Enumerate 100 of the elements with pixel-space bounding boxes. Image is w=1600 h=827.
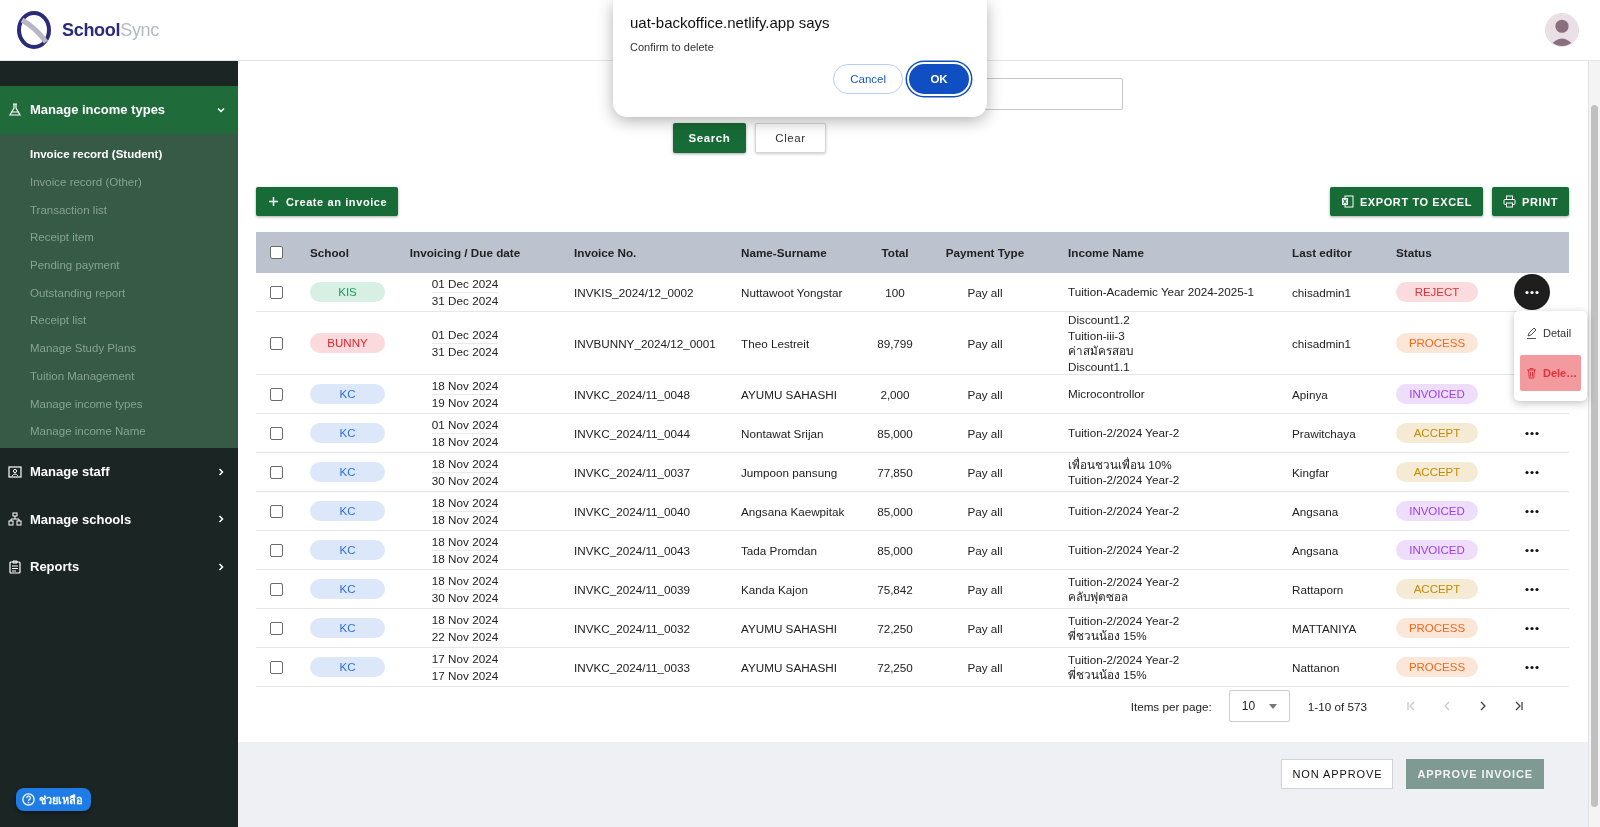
clear-button[interactable]: Clear [755,123,826,153]
table-cell: Tuition-2/2024 Year-2 [1068,612,1180,628]
table-cell: 18 Nov 2024 [431,550,499,566]
table-cell: MATTANIYA [1292,621,1357,635]
table-cell: Pay all [967,543,1003,557]
column-header[interactable]: Last editor [1292,246,1352,259]
ok-button[interactable]: OK [909,64,969,94]
printer-icon [1503,195,1516,208]
table-cell: 17 Nov 2024 [431,651,499,668]
table-cell: Apinya [1292,387,1328,401]
help-button[interactable]: ช่วยเหลือ [16,788,91,811]
submenu-item[interactable]: Invoice record (Student) [0,140,238,169]
table-cell: 31 Dec 2024 [431,343,499,359]
table-cell: 77,850 [877,465,913,479]
logo-text: SchoolSync [62,19,160,41]
sidebar-item[interactable]: Reports [0,543,238,591]
hierarchy-icon [8,512,22,527]
table-cell: Pay all [967,426,1003,440]
table-cell: INVKIS_2024/12_0002 [574,285,694,299]
table-cell: 01 Dec 2024 [431,327,499,344]
checkbox[interactable] [270,285,283,299]
column-header[interactable]: Invoicing / Due date [409,246,521,259]
dialog-message: Confirm to delete [630,41,715,53]
table-cell: 75,842 [877,582,913,596]
column-header[interactable]: Invoice No. [574,246,637,259]
table-cell: 72,250 [877,660,913,674]
print-button[interactable]: PRINT [1492,187,1569,216]
export-button[interactable]: EXPORT TO EXCEL [1329,187,1483,216]
school-tag: KC [310,462,385,482]
column-header[interactable]: Payment Type [945,246,1025,259]
flask-icon [8,102,22,117]
column-header[interactable]: Name-Surname [741,246,827,259]
sidebar-item[interactable]: Manage staff [0,448,238,496]
table-cell: 22 Nov 2024 [431,628,499,644]
menu-item[interactable]: Detail [1520,319,1581,347]
table-cell: 85,000 [877,426,913,440]
avatar[interactable] [1545,13,1579,47]
table-cell: INVKC_2024/11_0037 [574,465,691,479]
status-tag: ACCEPT [1396,423,1478,443]
table-cell: Pay all [967,465,1003,479]
column-header[interactable]: School [310,246,349,259]
table-cell: 85,000 [877,504,913,518]
dialog-title: uat-backoffice.netlify.app says [630,14,831,31]
school-tag: KIS [310,282,385,302]
trash-icon [1526,367,1537,379]
search-button[interactable]: Search [673,123,746,153]
more-icon [1524,289,1540,295]
page-range: 1-10 of 573 [1307,699,1367,713]
more-icon[interactable] [1524,508,1540,514]
status-tag: REJECT [1396,282,1478,302]
column-header[interactable]: Total [881,246,909,259]
footer-button[interactable]: NON APPROVE [1281,759,1394,789]
table-cell: 18 Nov 2024 [431,534,499,551]
status-tag: PROCESS [1396,618,1478,638]
checkbox[interactable] [270,543,283,557]
table-cell: 18 Nov 2024 [431,495,499,512]
sidebar-item[interactable]: Manage schools [0,495,238,544]
logo-icon [14,10,54,50]
more-icon[interactable] [1524,430,1540,436]
column-header[interactable]: Income Name [1068,246,1144,259]
table-cell: Nattanon [1292,660,1340,674]
checkbox[interactable] [270,246,283,259]
cancel-button[interactable]: Cancel [833,64,903,94]
table-cell: INVKC_2024/11_0039 [574,582,691,596]
checkbox[interactable] [270,336,283,350]
table-cell: Nuttawoot Yongstar [741,285,843,299]
page-size-select[interactable]: 10 [1228,690,1290,722]
checkbox[interactable] [270,426,283,440]
checkbox[interactable] [270,660,283,674]
create-invoice-button[interactable]: Create an invoice [256,187,399,216]
next-page-icon[interactable] [1478,701,1488,711]
checkbox[interactable] [270,387,283,401]
table-cell: Microcontrollor [1068,386,1145,402]
id-card-icon [8,464,22,479]
more-button[interactable] [1514,274,1550,310]
status-tag: PROCESS [1396,657,1478,677]
chevron-right-icon [216,514,226,525]
more-icon[interactable] [1524,586,1540,592]
table-cell: Pay all [967,660,1003,674]
table-cell-text: Discount1.2 [1068,312,1131,328]
school-tag: BUNNY [310,333,385,353]
checkbox[interactable] [270,504,283,518]
table-cell: Angsana [1292,504,1339,518]
checkbox[interactable] [270,621,283,635]
table-cell: Angsana Kaewpitak [741,504,845,518]
table-cell: Tuition-2/2024 Year-2 [1068,651,1180,667]
checkbox[interactable] [270,582,283,596]
spreadsheet-icon [1340,195,1354,208]
table-cell: 30 Nov 2024 [431,589,499,605]
table-cell-text: เพื่อนชวนเพื่อน 10% [1068,456,1173,472]
more-icon[interactable] [1524,664,1540,670]
school-tag: KC [310,540,385,560]
more-icon[interactable] [1524,547,1540,553]
last-page-icon[interactable] [1514,701,1524,711]
scrollbar[interactable] [1588,61,1600,827]
more-icon[interactable] [1524,625,1540,631]
column-header[interactable]: Status [1396,246,1432,259]
sidebar-item[interactable]: Manage income types [0,86,238,134]
more-icon[interactable] [1524,469,1540,475]
checkbox[interactable] [270,465,283,479]
